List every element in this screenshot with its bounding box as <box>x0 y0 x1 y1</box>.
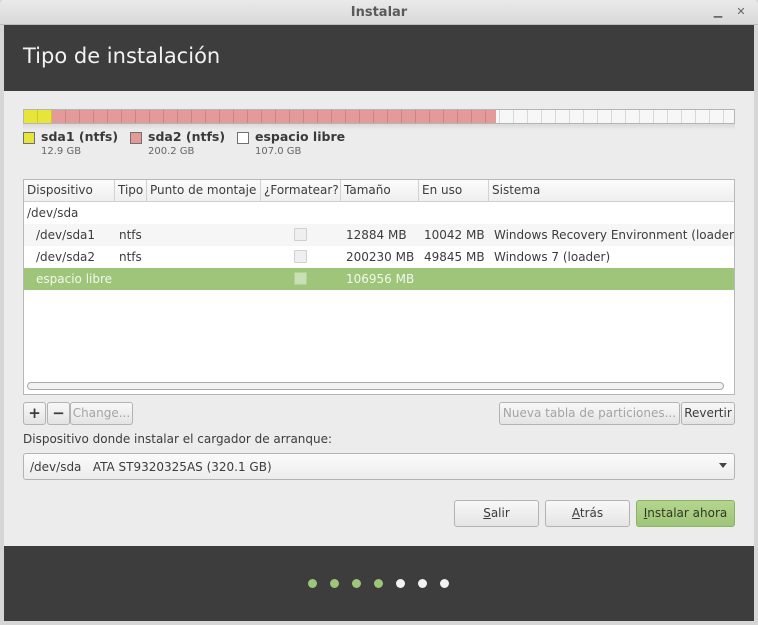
cell-system: Windows 7 (loader) <box>494 250 611 264</box>
legend-label: espacio libre <box>255 129 346 144</box>
format-checkbox[interactable] <box>294 272 307 285</box>
table-row[interactable]: /dev/sda <box>24 202 734 224</box>
back-button[interactable]: Atrás <box>545 500 630 527</box>
minus-icon: − <box>52 404 65 422</box>
cell-type: ntfs <box>119 228 142 242</box>
bootloader-device-select[interactable]: /dev/sda ATA ST9320325AS (320.1 GB) <box>23 453 735 480</box>
bootloader-label: Dispositivo donde instalar el cargador d… <box>23 432 333 446</box>
partition-bar-grid <box>24 110 734 123</box>
revert-button[interactable]: Revertir <box>681 402 735 425</box>
cell-system: Windows Recovery Environment (loader) <box>494 228 734 242</box>
partition-table: Dispositivo Tipo Punto de montaje ¿Forma… <box>23 179 735 395</box>
progress-dot-complete <box>352 579 361 588</box>
legend-swatch <box>23 132 35 144</box>
partition-bar-shadow <box>23 124 735 130</box>
minimize-icon[interactable]: ▁ <box>711 5 725 19</box>
page-title: Tipo de instalación <box>23 44 221 68</box>
window-bottom-edge <box>0 621 758 625</box>
legend-label: sda2 (ntfs) <box>148 129 226 144</box>
cell-type: ntfs <box>119 250 142 264</box>
cell-size: 200230 MB <box>346 250 415 264</box>
quit-mnemonic: S <box>483 506 491 520</box>
legend-size: 107.0 GB <box>255 146 302 157</box>
legend-label: sda1 (ntfs) <box>41 129 119 144</box>
back-label: trás <box>579 506 604 520</box>
progress-dot-pending <box>440 579 449 588</box>
column-header-type[interactable]: Tipo <box>115 180 147 202</box>
window-title: Instalar <box>350 5 408 20</box>
cell-used: 49845 MB <box>424 250 485 264</box>
progress-dot-complete <box>330 579 339 588</box>
column-header-used[interactable]: En uso <box>419 180 489 202</box>
remove-partition-button[interactable]: − <box>47 402 70 425</box>
progress-dot-pending <box>418 579 427 588</box>
install-label: nstalar ahora <box>647 506 728 520</box>
legend-size: 12.9 GB <box>41 146 82 157</box>
quit-button[interactable]: Salir <box>454 500 539 527</box>
table-header: Dispositivo Tipo Punto de montaje ¿Forma… <box>24 180 734 202</box>
page-header: Tipo de instalación <box>4 25 754 91</box>
column-header-size[interactable]: Tamaño <box>341 180 419 202</box>
legend-size: 200.2 GB <box>148 146 195 157</box>
cell-used: 10042 MB <box>424 228 485 242</box>
column-header-format[interactable]: ¿Formatear? <box>261 180 341 202</box>
column-header-mount[interactable]: Punto de montaje <box>147 180 261 202</box>
table-row[interactable]: /dev/sda2 ntfs 200230 MB 49845 MB Window… <box>24 246 734 268</box>
change-partition-button[interactable]: Change... <box>70 402 133 425</box>
window-titlebar: Instalar ▁ ✕ <box>0 0 758 25</box>
progress-footer <box>4 546 754 621</box>
chevron-down-icon <box>719 463 727 468</box>
horizontal-scrollbar[interactable] <box>27 382 724 390</box>
legend-swatch <box>130 132 142 144</box>
main-content: sda1 (ntfs) 12.9 GB sda2 (ntfs) 200.2 GB… <box>4 91 754 546</box>
format-checkbox[interactable] <box>294 250 307 263</box>
format-checkbox[interactable] <box>294 228 307 241</box>
cell-size: 12884 MB <box>346 228 407 242</box>
bootloader-device-value: /dev/sda ATA ST9320325AS (320.1 GB) <box>30 460 272 474</box>
table-row-selected[interactable]: espacio libre 106956 MB <box>24 268 734 290</box>
cell-device: espacio libre <box>36 272 113 286</box>
column-header-device[interactable]: Dispositivo <box>24 180 115 202</box>
progress-dot-pending <box>396 579 405 588</box>
new-partition-table-button[interactable]: Nueva tabla de particiones... <box>499 402 680 425</box>
cell-device: /dev/sda <box>27 206 79 220</box>
quit-label: alir <box>490 506 510 520</box>
add-partition-button[interactable]: + <box>23 402 46 425</box>
partition-bar <box>23 109 735 124</box>
table-row[interactable]: /dev/sda1 ntfs 12884 MB 10042 MB Windows… <box>24 224 734 246</box>
back-mnemonic: A <box>571 506 580 520</box>
close-icon[interactable]: ✕ <box>734 5 748 19</box>
legend-swatch <box>237 132 249 144</box>
progress-dot-complete <box>374 579 383 588</box>
progress-dot-complete <box>308 579 317 588</box>
cell-size: 106956 MB <box>346 272 415 286</box>
column-header-system[interactable]: Sistema <box>489 180 734 202</box>
plus-icon: + <box>28 404 41 422</box>
install-now-button[interactable]: Instalar ahora <box>636 500 735 527</box>
cell-device: /dev/sda2 <box>36 250 96 264</box>
cell-device: /dev/sda1 <box>36 228 96 242</box>
